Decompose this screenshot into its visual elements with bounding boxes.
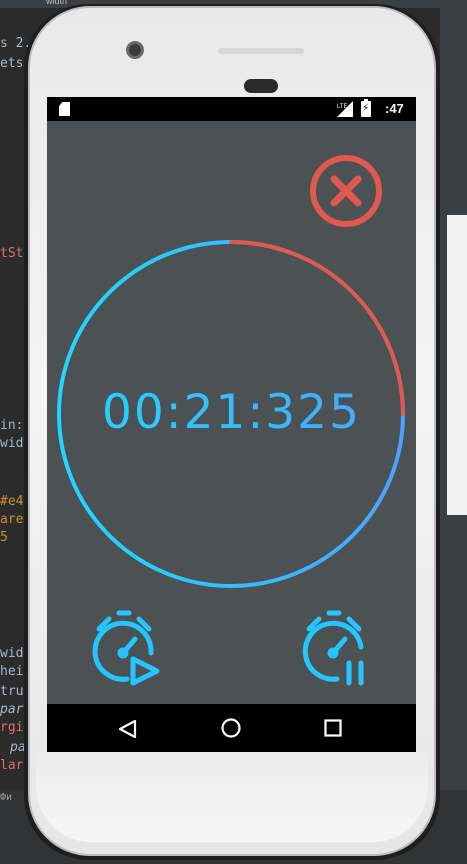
recents-button[interactable] — [323, 718, 343, 738]
timer-pause-icon — [302, 610, 364, 686]
elapsed-time: 00:21:325 — [47, 385, 416, 440]
battery-icon: ⚡ — [361, 99, 371, 117]
stopwatch-app: 00:21:325 — [47, 121, 416, 704]
code-line: in: — [0, 418, 24, 433]
back-button[interactable] — [117, 718, 139, 740]
code-line: 5 — [0, 530, 8, 545]
phone-screen: LTE ⚡ :47 00:21:325 — [47, 97, 416, 753]
front-camera-icon — [126, 41, 144, 59]
back-triangle-icon — [118, 719, 137, 739]
status-bar: LTE ⚡ :47 — [47, 97, 416, 121]
code-line: ets — [0, 56, 24, 71]
recents-square-icon — [324, 719, 342, 737]
network-label: LTE — [337, 104, 348, 110]
close-circle-icon — [310, 155, 382, 227]
pause-button[interactable] — [299, 605, 379, 689]
close-button[interactable] — [309, 154, 383, 228]
signal-icon: LTE — [337, 101, 353, 117]
timer-play-icon — [92, 610, 160, 686]
start-button[interactable] — [87, 605, 167, 689]
phone-chin — [36, 752, 428, 842]
ide-search-label: Фи — [0, 792, 13, 803]
earpiece — [244, 79, 278, 93]
ide-tab-label[interactable]: width — [46, 0, 67, 6]
ide-preview-panel — [447, 215, 467, 515]
battery-charging-symbol: ⚡ — [362, 103, 370, 114]
status-clock: :47 — [385, 101, 404, 116]
code-line: hei — [0, 664, 24, 679]
code-line: #e4 — [0, 494, 24, 509]
home-circle-icon — [221, 718, 241, 738]
navigation-bar — [47, 704, 416, 753]
home-button[interactable] — [220, 717, 242, 739]
speaker-grille — [218, 48, 304, 54]
sd-card-icon — [59, 102, 70, 116]
